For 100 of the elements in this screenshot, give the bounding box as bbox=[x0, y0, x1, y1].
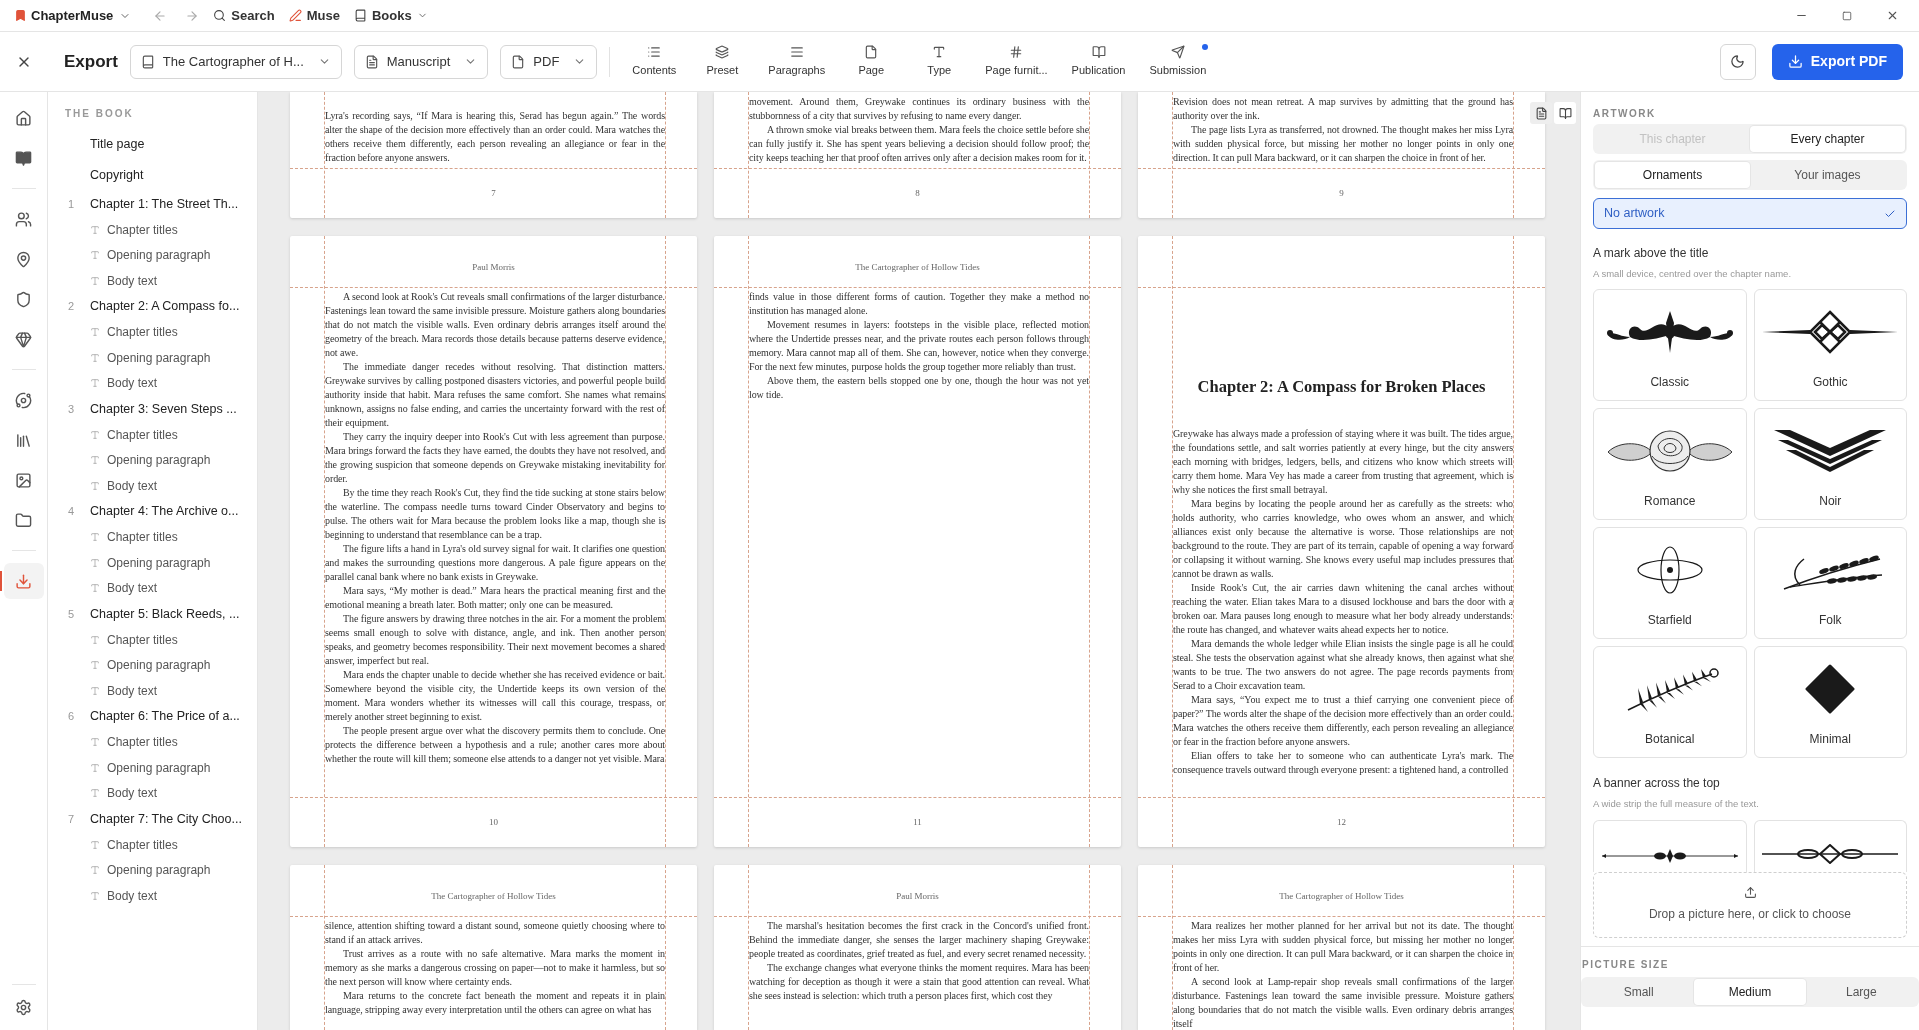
outline-item[interactable]: Chapter 3: Seven Steps ... bbox=[90, 399, 237, 419]
type-icon bbox=[90, 762, 100, 773]
outline-item[interactable]: Chapter 5: Black Reeds, ... bbox=[90, 604, 240, 624]
section-heading: ARTWORK bbox=[1593, 107, 1657, 121]
body-paragraph: Trust arrives as a route with no safe alternative. Mara marks the moment in memory as she marks a dangerous crossing on paper—not to make it harmless, but so the next person will know where certainty ends. bbox=[325, 947, 665, 989]
outline-subitem[interactable]: Chapter titles bbox=[107, 323, 178, 342]
theme-toggle-button[interactable] bbox=[1719, 43, 1756, 80]
ornament-card[interactable]: Classic bbox=[1593, 289, 1747, 402]
outline-subitem[interactable]: Chapter titles bbox=[107, 425, 178, 444]
ornament-card[interactable]: Folk bbox=[1753, 527, 1907, 640]
book-icon bbox=[140, 54, 155, 69]
segment-tab[interactable]: Ornaments bbox=[1595, 162, 1750, 188]
body-paragraph: Movement resumes in layers: footsteps in the visible place, reflected motion where the Undertide presses near, and the private routes each person follows through memory. Mara cannot map all of them. She can, however, notice when they converge. For the next few minutes, purpose holds the group together more reliably than trust. bbox=[749, 318, 1089, 374]
outline-item[interactable]: Chapter 6: The Price of a... bbox=[90, 707, 240, 726]
chapter-number: 4 bbox=[67, 504, 76, 520]
toolbar-button[interactable]: Page furnit... bbox=[973, 37, 1060, 86]
outline-subitem[interactable]: Body text bbox=[107, 476, 158, 495]
page-icon bbox=[864, 44, 879, 59]
body-paragraph: Above them, the eastern bells stopped one by one, though the hour was not yet low tide. bbox=[749, 374, 1089, 402]
no-artwork-option[interactable]: No artwork bbox=[1593, 198, 1907, 229]
maximize-icon[interactable] bbox=[1842, 10, 1852, 21]
ornament-card[interactable]: Noir bbox=[1753, 408, 1907, 521]
outline-subitem[interactable]: Opening paragraph bbox=[107, 758, 211, 777]
outline-subitem[interactable]: Chapter titles bbox=[107, 733, 178, 752]
body-paragraph: Mara says, “You expect me to trust a thief carrying one convenient piece of paper?” The words alter the shape of the decision more effectively than an order could. Mara watches the others receive them differently, each person revealing an allegiance or fear in the fraction before anyone answers. bbox=[1173, 692, 1513, 749]
banner-card[interactable] bbox=[1753, 819, 1907, 872]
outline-subitem[interactable]: Opening paragraph bbox=[107, 348, 211, 367]
outline-subitem[interactable]: Opening paragraph bbox=[107, 656, 211, 675]
view-mode-button[interactable] bbox=[1554, 102, 1576, 124]
page-number: 9 bbox=[1339, 187, 1344, 200]
outline-subitem[interactable]: Chapter titles bbox=[107, 220, 178, 239]
page-title: Export bbox=[64, 50, 118, 73]
outline-item[interactable]: Chapter 4: The Archive o... bbox=[90, 502, 239, 521]
dropdown-select[interactable]: Manuscript bbox=[353, 44, 489, 79]
page-number: 11 bbox=[913, 816, 922, 829]
outline-subitem[interactable]: Body text bbox=[107, 579, 158, 598]
outline-subitem[interactable]: Body text bbox=[107, 886, 158, 905]
image-icon bbox=[15, 471, 32, 489]
outline-item[interactable]: Chapter 1: The Street Th... bbox=[90, 194, 239, 214]
segment-tab[interactable]: Every chapter bbox=[1750, 126, 1905, 152]
segment-tab[interactable]: Large bbox=[1805, 978, 1917, 1005]
banner-card[interactable] bbox=[1593, 819, 1747, 872]
body-paragraph: Mara says, “My mother is dead.” Mara hears the practical meaning first and the emotional meaning a breath later. Both matter; only one can be measured. bbox=[325, 584, 665, 612]
titlebar-nav-button[interactable]: Search bbox=[213, 5, 275, 26]
chapter-number: 1 bbox=[67, 196, 76, 212]
titlebar-nav-button[interactable]: Muse bbox=[288, 5, 340, 26]
segment-tab[interactable]: Small bbox=[1583, 978, 1695, 1005]
outline-subitem[interactable]: Opening paragraph bbox=[107, 861, 211, 880]
outline-subitem[interactable]: Body text bbox=[107, 374, 158, 393]
upload-dropzone[interactable]: Drop a picture here, or click to choose bbox=[1593, 871, 1907, 938]
titlebar-nav-button[interactable]: Books bbox=[353, 5, 428, 26]
ornament-card[interactable]: Botanical bbox=[1593, 646, 1747, 759]
open-book-icon bbox=[1558, 106, 1572, 120]
toolbar-button[interactable]: Publication bbox=[1059, 37, 1138, 86]
outline-subitem[interactable]: Opening paragraph bbox=[107, 451, 211, 470]
outline-subitem[interactable]: Body text bbox=[107, 271, 158, 290]
document-icon bbox=[364, 54, 379, 69]
list-icon bbox=[647, 44, 662, 59]
running-head: The Cartographer of Hollow Tides bbox=[1279, 889, 1404, 903]
close-icon[interactable] bbox=[1886, 9, 1899, 22]
toolbar-button[interactable]: Page bbox=[837, 37, 906, 86]
outline-subitem[interactable]: Chapter titles bbox=[107, 528, 178, 547]
type-icon bbox=[90, 634, 100, 645]
outline-item[interactable]: Chapter 7: The City Choo... bbox=[90, 809, 242, 829]
outline-item[interactable]: Chapter 2: A Compass fo... bbox=[90, 297, 240, 316]
outline-subitem[interactable]: Opening paragraph bbox=[107, 553, 211, 572]
toolbar-button[interactable]: Preset bbox=[688, 37, 757, 86]
planet-icon bbox=[15, 391, 32, 409]
outline-subitem[interactable]: Opening paragraph bbox=[107, 246, 211, 265]
outline-subitem[interactable]: Chapter titles bbox=[107, 630, 178, 649]
body-paragraph: A second look at Lamp-repair shop reveals small confirmations of the larger disturbance. Fastenings lean toward the same invisible pressure. Moisture gathers along boundaries that do not match the visible walls. Even ordinary debris arranges itself bbox=[1173, 975, 1513, 1030]
ornament-card[interactable]: Gothic bbox=[1753, 289, 1907, 402]
export-button[interactable]: Export PDF bbox=[1771, 43, 1903, 80]
segment-tab[interactable]: Your images bbox=[1750, 162, 1905, 188]
type-icon bbox=[90, 685, 100, 696]
toolbar-button[interactable]: Type bbox=[905, 37, 974, 86]
bookmark-logo-icon bbox=[14, 9, 27, 22]
type-icon bbox=[90, 480, 100, 491]
ornament-card[interactable]: Romance bbox=[1593, 408, 1747, 521]
ornament-card[interactable]: Minimal bbox=[1753, 646, 1907, 759]
segment-tab[interactable]: Medium bbox=[1694, 978, 1806, 1005]
outline-subitem[interactable]: Body text bbox=[107, 784, 158, 803]
outline-subitem[interactable]: Body text bbox=[107, 681, 158, 700]
section-title: A banner across the top bbox=[1593, 775, 1721, 793]
dropdown-select[interactable]: The Cartographer of H... bbox=[129, 44, 342, 79]
body-paragraph: The figure lifts a hand in Lyra's old survey signal for wait. It clarifies one question and makes the surrounding questions more dangerous. A pale figure appears on the parallel canal bank where no bank exists in Greywake. bbox=[325, 542, 665, 584]
body-paragraph: The figure answers by drawing three notches in the air. For a moment the problem seems small enough to solve with distance, angle, and ink. Then another person speaks, and geometry becomes responsibility. Their next movement becomes a shared answer, imperfect but real. bbox=[325, 612, 665, 668]
body-paragraph: A thrown smoke vial breaks between them. Mara feels the choice settle before she can fully justify it. She has spent years believing a decision should follow proof; the city keeps teaching her that proof often arrives only after a decision makes room for it. bbox=[749, 123, 1089, 165]
toolbar-button[interactable]: Contents bbox=[620, 37, 689, 86]
type-icon bbox=[90, 250, 100, 261]
settings-icon[interactable] bbox=[15, 999, 32, 1016]
dropdown-select[interactable]: PDF bbox=[500, 44, 598, 79]
outline-subitem[interactable]: Chapter titles bbox=[107, 835, 178, 854]
toolbar-button[interactable]: Paragraphs bbox=[756, 37, 838, 86]
page-number: 10 bbox=[489, 816, 498, 829]
outline-item[interactable]: Copyright bbox=[64, 160, 257, 191]
chapter-number: 5 bbox=[67, 606, 76, 622]
outline-item[interactable]: Title page bbox=[64, 129, 257, 160]
ornament-card[interactable]: Starfield bbox=[1593, 527, 1747, 640]
toolbar-button[interactable]: Submission bbox=[1137, 37, 1219, 86]
